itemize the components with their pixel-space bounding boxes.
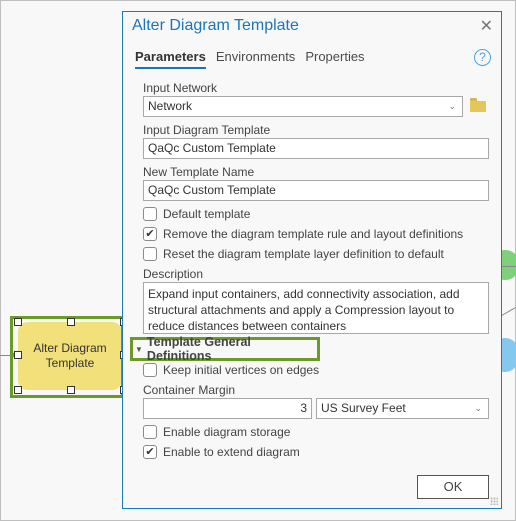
default-template-checkbox-row[interactable]: Default template xyxy=(143,207,250,221)
default-template-checkbox[interactable] xyxy=(143,207,157,221)
resize-grip-icon[interactable] xyxy=(490,497,498,505)
resize-handle[interactable] xyxy=(67,386,75,394)
chevron-down-icon: ⌄ xyxy=(474,403,482,413)
alter-diagram-template-dialog: Alter Diagram Template ✕ Parameters Envi… xyxy=(122,11,502,509)
container-margin-input[interactable]: 3 xyxy=(143,398,312,419)
input-network-value: Network xyxy=(148,99,193,113)
resize-handle[interactable] xyxy=(14,351,22,359)
unit-value: US Survey Feet xyxy=(321,401,406,415)
description-field[interactable]: Expand input containers, add connectivit… xyxy=(143,282,489,334)
enable-extend-checkbox[interactable]: ✔ xyxy=(143,445,157,459)
input-template-label: Input Diagram Template xyxy=(143,123,271,137)
new-template-name-field[interactable]: QaQc Custom Template xyxy=(143,180,489,201)
dialog-title: Alter Diagram Template xyxy=(132,17,299,34)
tab-properties[interactable]: Properties xyxy=(305,49,364,69)
resize-handle[interactable] xyxy=(14,318,22,326)
keep-vertices-checkbox[interactable] xyxy=(143,363,157,377)
browse-folder-icon[interactable] xyxy=(470,98,486,112)
tab-bar: Parameters Environments Properties xyxy=(135,49,365,69)
checkbox-label: Reset the diagram template layer definit… xyxy=(163,247,444,261)
input-network-label: Input Network xyxy=(143,81,218,95)
resize-handle[interactable] xyxy=(14,386,22,394)
remove-definitions-checkbox-row[interactable]: ✔ Remove the diagram template rule and l… xyxy=(143,227,463,241)
section-title: Template General Definitions xyxy=(146,335,251,363)
description-label: Description xyxy=(143,267,204,281)
container-margin-label: Container Margin xyxy=(143,383,236,397)
input-network-select[interactable]: Network ⌄ xyxy=(143,96,463,117)
chevron-down-icon: ⌄ xyxy=(448,101,456,111)
enable-storage-checkbox[interactable] xyxy=(143,425,157,439)
checkbox-label: Keep initial vertices on edges xyxy=(163,363,320,377)
close-icon[interactable]: ✕ xyxy=(480,16,493,36)
checkbox-label: Enable diagram storage xyxy=(163,425,291,439)
tab-parameters[interactable]: Parameters xyxy=(135,49,206,69)
enable-extend-checkbox-row[interactable]: ✔ Enable to extend diagram xyxy=(143,445,300,459)
keep-vertices-checkbox-row[interactable]: Keep initial vertices on edges xyxy=(143,363,319,377)
help-icon[interactable]: ? xyxy=(474,49,491,66)
remove-definitions-checkbox[interactable]: ✔ xyxy=(143,227,157,241)
new-template-name-label: New Template Name xyxy=(143,165,255,179)
tab-environments[interactable]: Environments xyxy=(216,49,295,69)
resize-handle[interactable] xyxy=(67,318,75,326)
enable-storage-checkbox-row[interactable]: Enable diagram storage xyxy=(143,425,290,439)
chevron-down-icon: ▼ xyxy=(135,344,143,354)
container-margin-unit-select[interactable]: US Survey Feet ⌄ xyxy=(316,398,489,419)
checkbox-label: Default template xyxy=(163,207,251,221)
ok-button[interactable]: OK xyxy=(417,475,489,499)
checkbox-label: Enable to extend diagram xyxy=(163,445,300,459)
template-general-definitions-header[interactable]: ▼ Template General Definitions xyxy=(130,335,320,363)
diagram-edge xyxy=(500,266,516,267)
reset-layer-definition-checkbox-row[interactable]: Reset the diagram template layer definit… xyxy=(143,247,444,261)
reset-layer-definition-checkbox[interactable] xyxy=(143,247,157,261)
checkbox-label: Remove the diagram template rule and lay… xyxy=(163,227,464,241)
input-template-field[interactable]: QaQc Custom Template xyxy=(143,138,489,159)
